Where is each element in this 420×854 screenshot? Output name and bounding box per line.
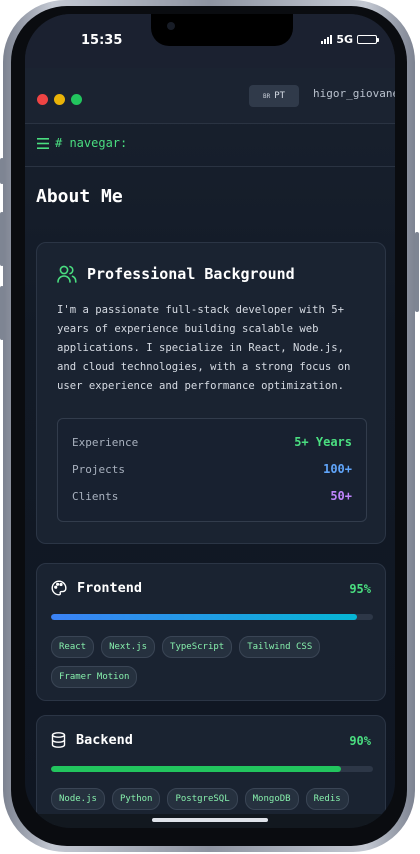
camera-icon bbox=[167, 22, 175, 30]
close-dot-icon[interactable] bbox=[37, 94, 48, 105]
power-button bbox=[415, 232, 419, 312]
screen: 15:35 5G BR PT higor_giovane # navegar: A… bbox=[25, 14, 395, 828]
skill-progress-bar bbox=[51, 766, 341, 772]
volume-down-button bbox=[0, 286, 4, 340]
skill-percent: 90% bbox=[349, 734, 371, 748]
status-bar: 15:35 5G bbox=[25, 14, 395, 68]
battery-icon bbox=[357, 35, 379, 44]
skill-tag: Python bbox=[111, 788, 161, 810]
menu-icon bbox=[37, 137, 49, 149]
maximize-dot-icon[interactable] bbox=[71, 94, 82, 105]
stat-row-experience: Experience 5+ Years bbox=[72, 432, 352, 452]
database-icon bbox=[51, 732, 66, 748]
background-card-header: Professional Background bbox=[57, 265, 295, 283]
nav-menu-toggle[interactable]: # navegar: bbox=[37, 136, 127, 150]
minimize-dot-icon[interactable] bbox=[54, 94, 65, 105]
mute-switch bbox=[0, 158, 4, 184]
signal-icon bbox=[321, 35, 333, 44]
background-card: Professional Background I'm a passionate… bbox=[36, 242, 386, 544]
skill-title: Frontend bbox=[77, 580, 143, 596]
stat-label: Projects bbox=[72, 462, 125, 476]
skill-percent: 95% bbox=[349, 582, 371, 596]
skill-progress-bar bbox=[51, 614, 357, 620]
stat-value: 100+ bbox=[323, 462, 352, 476]
language-code: PT bbox=[274, 91, 286, 101]
flag-label: BR bbox=[262, 93, 271, 100]
skill-progress-track bbox=[51, 614, 373, 620]
stat-value: 5+ Years bbox=[294, 435, 352, 449]
skill-tag: Node.js bbox=[51, 788, 105, 810]
skill-tag: React bbox=[51, 636, 95, 658]
users-icon bbox=[57, 265, 77, 283]
skill-tag: Redis bbox=[305, 788, 349, 810]
home-indicator[interactable] bbox=[152, 818, 268, 822]
skill-tags: Node.js Python PostgreSQL MongoDB Redis bbox=[51, 788, 375, 810]
skill-header: Frontend bbox=[51, 580, 142, 596]
skill-header: Backend bbox=[51, 732, 133, 748]
window-titlebar: BR PT higor_giovane bbox=[25, 68, 395, 124]
username-label: higor_giovane bbox=[313, 87, 395, 100]
skill-progress-track bbox=[51, 766, 373, 772]
volume-up-button bbox=[0, 212, 4, 266]
skill-tag: TypeScript bbox=[162, 636, 233, 658]
bio-paragraph: I'm a passionate full-stack developer wi… bbox=[57, 304, 351, 392]
background-card-title: Professional Background bbox=[87, 265, 295, 283]
navigation-bar: # navegar: bbox=[25, 124, 395, 167]
nav-label: # navegar: bbox=[55, 136, 128, 150]
skill-tag: Framer Motion bbox=[51, 666, 138, 688]
language-toggle-button[interactable]: BR PT bbox=[249, 85, 299, 107]
palette-icon bbox=[51, 580, 67, 596]
stat-row-projects: Projects 100+ bbox=[72, 459, 352, 479]
notch bbox=[151, 14, 293, 46]
skill-card-backend: Backend 90% Node.js Python PostgreSQL Mo… bbox=[36, 715, 386, 825]
stats-panel: Experience 5+ Years Projects 100+ Client… bbox=[57, 418, 367, 522]
skill-card-frontend: Frontend 95% React Next.js TypeScript Ta… bbox=[36, 563, 386, 701]
stat-row-clients: Clients 50+ bbox=[72, 486, 352, 506]
stat-value: 50+ bbox=[330, 489, 352, 503]
status-time: 15:35 bbox=[81, 33, 123, 48]
skill-tag: PostgreSQL bbox=[167, 788, 238, 810]
skill-tag: Next.js bbox=[101, 636, 156, 658]
skill-title: Backend bbox=[76, 732, 133, 748]
skill-tag: Tailwind CSS bbox=[239, 636, 321, 658]
status-indicators: 5G bbox=[321, 33, 379, 46]
network-label: 5G bbox=[336, 33, 353, 46]
skill-tags: React Next.js TypeScript Tailwind CSS Fr… bbox=[51, 636, 375, 688]
skill-tag: MongoDB bbox=[244, 788, 299, 810]
stat-label: Experience bbox=[72, 435, 139, 449]
page-title: About Me bbox=[36, 186, 123, 207]
stat-label: Clients bbox=[72, 489, 119, 503]
